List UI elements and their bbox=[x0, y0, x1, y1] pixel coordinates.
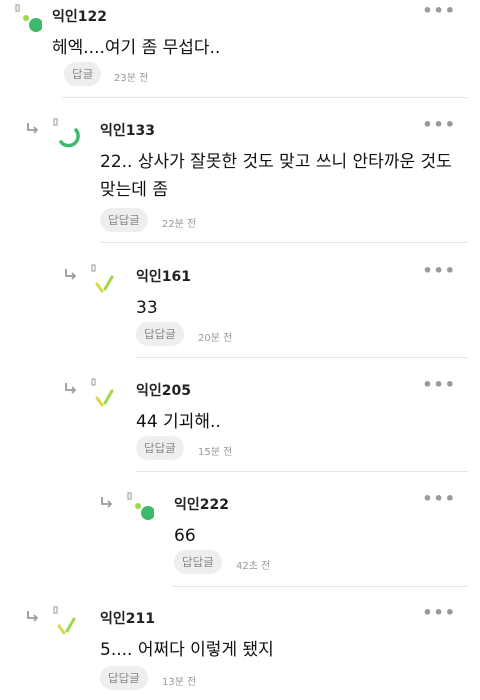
comment-body: 33 bbox=[136, 298, 158, 318]
reply-button[interactable]: 답글 bbox=[64, 62, 102, 86]
divider bbox=[172, 586, 468, 587]
comment: 익인133 ••• 22.. 상사가 잘못한 것도 맞고 쓰니 안타까운 것도 … bbox=[10, 117, 470, 242]
reply-arrow-icon bbox=[101, 497, 113, 508]
more-options-icon[interactable]: ••• bbox=[422, 491, 456, 507]
divider bbox=[136, 471, 468, 472]
reply-button[interactable]: 답답글 bbox=[136, 322, 184, 346]
comment: 익인211 ••• 5.... 어쩌다 이렇게 됐지 답답글 13분 전 bbox=[10, 605, 470, 700]
yellow-green-slash-avatar-icon bbox=[53, 606, 76, 635]
reply-arrow-icon bbox=[27, 123, 39, 134]
reply-button[interactable]: 답답글 bbox=[100, 208, 148, 232]
comment-author: 익인133 bbox=[100, 123, 155, 139]
comment-time: 42초 전 bbox=[236, 561, 271, 572]
more-options-icon[interactable]: ••• bbox=[422, 117, 456, 133]
comment-body: 5.... 어쩌다 이렇게 됐지 bbox=[100, 640, 274, 660]
comment: 익인222 ••• 66 답답글 42초 전 bbox=[10, 491, 470, 586]
reply-arrow-icon bbox=[65, 383, 77, 394]
reply-button[interactable]: 답답글 bbox=[174, 550, 222, 574]
yellow-green-slash-avatar-icon bbox=[91, 264, 114, 293]
comment: 익인205 ••• 44 기괴해.. 답답글 15분 전 bbox=[10, 377, 470, 472]
divider bbox=[136, 357, 468, 358]
comment-body: 66 bbox=[174, 526, 196, 546]
reply-button[interactable]: 답답글 bbox=[100, 666, 148, 690]
comment: 익인161 ••• 33 답답글 20분 전 bbox=[10, 263, 470, 358]
green-arc-avatar-icon bbox=[53, 118, 80, 148]
more-options-icon[interactable]: ••• bbox=[422, 3, 456, 19]
comment-body: 44 기괴해.. bbox=[136, 412, 221, 432]
more-options-icon[interactable]: ••• bbox=[422, 605, 456, 621]
reply-arrow-icon bbox=[65, 269, 77, 280]
green-dot-avatar-icon bbox=[15, 4, 42, 32]
comment-time: 13분 전 bbox=[162, 677, 197, 688]
divider bbox=[62, 97, 468, 98]
comment-time: 20분 전 bbox=[198, 333, 233, 344]
comment-time: 22분 전 bbox=[162, 219, 197, 230]
comment-author: 익인211 bbox=[100, 611, 155, 627]
comment-time: 15분 전 bbox=[198, 447, 233, 458]
comment: 익인122 ••• 헤엑....여기 좀 무섭다.. 답글 23분 전 bbox=[10, 3, 470, 98]
more-options-icon[interactable]: ••• bbox=[422, 263, 456, 279]
green-dot-avatar-icon bbox=[127, 492, 154, 520]
more-options-icon[interactable]: ••• bbox=[422, 377, 456, 393]
yellow-green-slash-avatar-icon bbox=[91, 378, 114, 407]
comment-body: 22.. 상사가 잘못한 것도 맞고 쓰니 안타까운 것도 맞는데 좀 bbox=[100, 152, 452, 200]
reply-arrow-icon bbox=[27, 611, 39, 622]
reply-button[interactable]: 답답글 bbox=[136, 436, 184, 460]
comment-body: 헤엑....여기 좀 무섭다.. bbox=[52, 38, 221, 58]
divider bbox=[100, 242, 468, 243]
comment-author: 익인161 bbox=[136, 269, 191, 285]
comment-author: 익인205 bbox=[136, 383, 191, 399]
comment-time: 23분 전 bbox=[114, 73, 149, 84]
comment-author: 익인222 bbox=[174, 497, 229, 513]
comment-author: 익인122 bbox=[52, 9, 107, 25]
